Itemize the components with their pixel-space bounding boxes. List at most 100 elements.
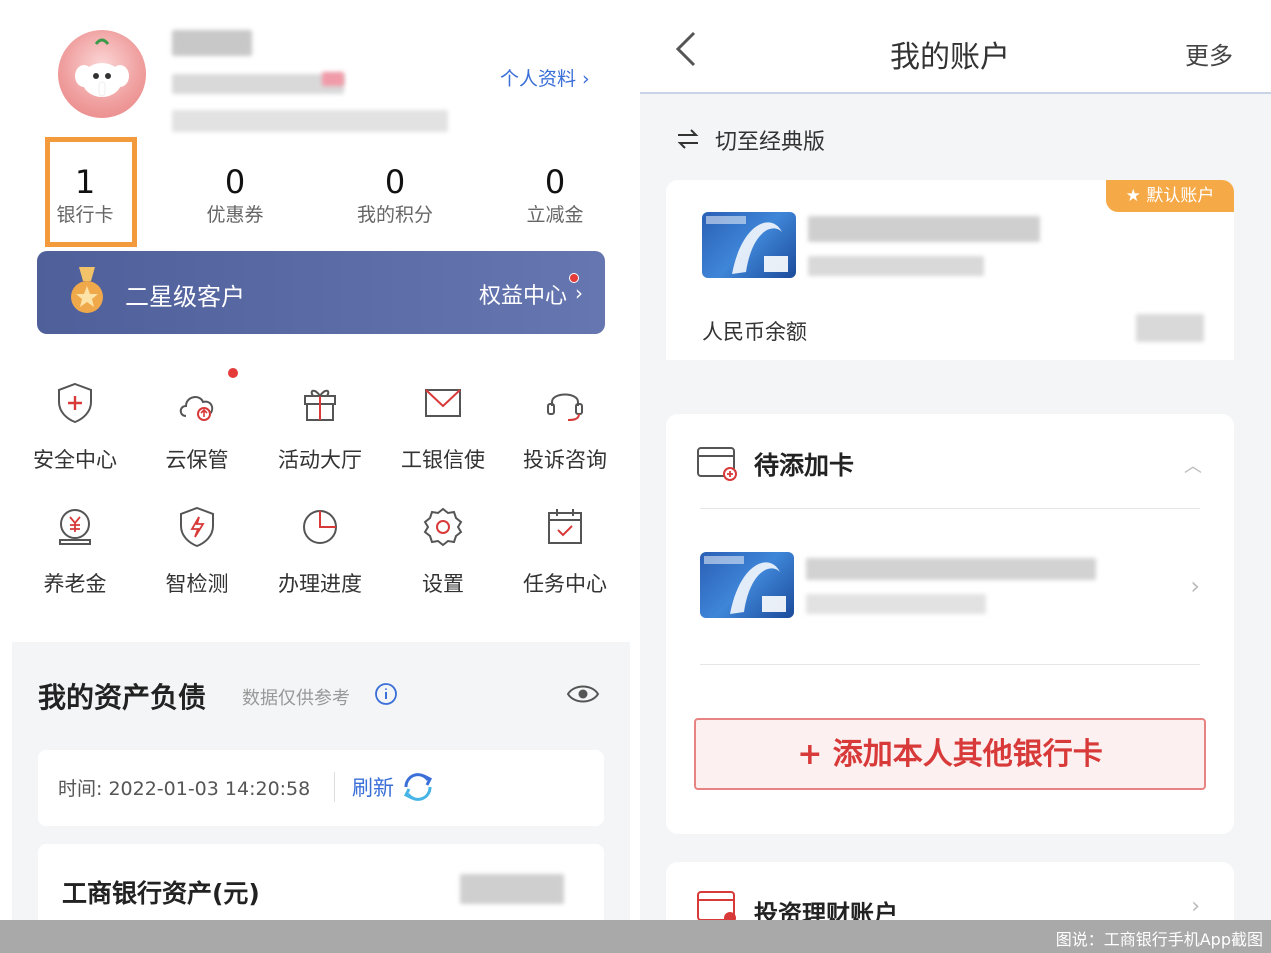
assets-liabilities-section: 我的资产负债 数据仅供参考 时间: 2022-01-03 14:20:58 刷新… — [12, 642, 630, 920]
update-time: 时间: 2022-01-03 14:20:58 — [58, 778, 311, 800]
grid-smart-detect[interactable]: 智检测 — [142, 504, 252, 598]
grid-label: 设置 — [422, 572, 464, 596]
bank-card-image — [700, 552, 794, 618]
grid-label: 云保管 — [165, 448, 229, 472]
bank-card-image — [702, 212, 796, 278]
grid-label: 任务中心 — [523, 572, 607, 596]
pension-icon — [59, 509, 91, 545]
grid-label: 活动大厅 — [278, 448, 362, 472]
default-account-card[interactable]: ★ 默认账户 人民币余额 — [666, 180, 1234, 360]
default-account-badge: ★ 默认账户 — [1106, 180, 1234, 212]
grid-icbc-messenger[interactable]: 工银信使 — [388, 380, 498, 474]
swap-icon — [677, 129, 699, 149]
icbc-card-icon — [704, 556, 786, 614]
chevron-right-icon: › — [575, 281, 583, 305]
stat-label: 我的积分 — [356, 204, 433, 226]
masked-account-tag — [322, 72, 344, 86]
elephant-avatar-icon — [75, 38, 129, 97]
investment-account-row[interactable]: 投资理财账户 › — [666, 862, 1234, 920]
switch-label: 切至经典版 — [715, 130, 826, 155]
masked-account-detail — [172, 110, 448, 132]
image-caption: 图说：工商银行手机App截图 — [1055, 930, 1263, 949]
assets-title: 我的资产负债 — [38, 681, 207, 714]
grid-complaint[interactable]: 投诉咨询 — [510, 380, 620, 474]
grid-settings[interactable]: 设置 — [388, 504, 498, 598]
masked-pending-card-type — [806, 594, 986, 614]
grid-progress[interactable]: 办理进度 — [265, 504, 375, 598]
switch-classic-version[interactable]: 切至经典版 — [676, 124, 825, 156]
masked-card-number — [808, 216, 1040, 242]
mail-icon — [425, 389, 461, 417]
grid-pension[interactable]: 养老金 — [20, 504, 130, 598]
info-icon[interactable] — [374, 682, 398, 706]
profile-pane: 个人资料 › 1 银行卡 0 优惠券 0 我的积分 0 立减金 二星级客户 权益… — [0, 0, 640, 920]
image-caption-bar: 图说：工商银行手机App截图 — [0, 920, 1271, 953]
bank-assets-card[interactable]: 工商银行资产(元) — [38, 844, 604, 920]
divider — [334, 772, 335, 802]
grid-label: 养老金 — [43, 572, 107, 596]
refresh-button[interactable]: 刷新 — [352, 772, 394, 802]
grid-task-center[interactable]: 任务中心 — [510, 504, 620, 598]
wallet-icon — [697, 891, 736, 920]
grid-label: 办理进度 — [278, 572, 362, 596]
stat-bank-cards[interactable]: 1 银行卡 — [30, 162, 140, 228]
stat-value: 0 — [224, 163, 246, 201]
grid-label: 智检测 — [165, 572, 229, 596]
more-button[interactable]: 更多 — [1185, 36, 1233, 71]
bank-assets-label: 工商银行资产(元) — [62, 879, 260, 908]
medal-icon — [71, 267, 103, 313]
investment-account-title: 投资理财账户 — [754, 900, 898, 920]
notification-dot — [228, 368, 238, 378]
masked-balance — [1136, 314, 1204, 342]
eye-icon[interactable] — [566, 682, 600, 706]
stat-coupons[interactable]: 0 优惠券 — [180, 162, 290, 228]
grid-cloud-storage[interactable]: 云保管 — [142, 380, 252, 474]
pie-progress-icon — [303, 510, 337, 544]
customer-tier-banner[interactable]: 二星级客户 权益中心 › — [37, 251, 605, 334]
my-account-pane: 我的账户 更多 切至经典版 ★ 默认账户 人民币余额 待添加卡 ︿ › + 添加… — [640, 0, 1271, 920]
masked-username — [172, 30, 252, 56]
stat-value: 0 — [384, 163, 406, 201]
masked-assets-amount — [460, 874, 564, 904]
stat-cash-discount[interactable]: 0 立减金 — [500, 162, 610, 228]
gear-icon — [423, 507, 463, 547]
gift-icon — [304, 389, 336, 421]
divider — [700, 508, 1200, 509]
pending-title: 待添加卡 — [754, 451, 855, 480]
grid-label: 投诉咨询 — [523, 448, 607, 472]
masked-account-info — [172, 74, 344, 94]
card-add-icon — [697, 447, 737, 481]
headset-icon — [547, 393, 583, 421]
chevron-right-icon: › — [1191, 894, 1200, 919]
masked-pending-card-number — [806, 558, 1096, 580]
rmb-balance-label: 人民币余额 — [702, 320, 807, 344]
grid-security-center[interactable]: 安全中心 — [20, 380, 130, 474]
shield-bolt-icon — [180, 506, 214, 548]
calendar-check-icon — [548, 509, 582, 544]
nav-bar: 我的账户 更多 — [640, 0, 1271, 94]
grid-label: 工银信使 — [401, 448, 485, 472]
icbc-card-icon — [706, 216, 788, 274]
stat-value: 0 — [544, 163, 566, 201]
cloud-icon — [179, 396, 214, 421]
profile-link[interactable]: 个人资料 › — [500, 64, 590, 91]
chevron-right-icon[interactable]: › — [1190, 572, 1200, 600]
refresh-icon[interactable] — [400, 770, 436, 804]
stat-points[interactable]: 0 我的积分 — [340, 162, 450, 228]
divider — [700, 664, 1200, 665]
stat-label: 优惠券 — [206, 204, 264, 226]
grid-activity-hall[interactable]: 活动大厅 — [265, 380, 375, 474]
avatar[interactable] — [58, 30, 146, 118]
add-other-card-button[interactable]: + 添加本人其他银行卡 — [694, 718, 1206, 790]
rights-center-link[interactable]: 权益中心 — [479, 278, 567, 310]
masked-card-type — [808, 256, 984, 276]
stat-label: 银行卡 — [56, 204, 114, 226]
chevron-up-icon[interactable]: ︿ — [1184, 452, 1202, 478]
tier-name: 二星级客户 — [125, 283, 245, 311]
assets-note: 数据仅供参考 — [242, 688, 350, 709]
stat-label: 立减金 — [526, 204, 584, 226]
shield-plus-icon — [58, 382, 92, 424]
grid-label: 安全中心 — [33, 448, 117, 472]
update-time-card: 时间: 2022-01-03 14:20:58 刷新 — [38, 750, 604, 826]
page-title: 我的账户 — [890, 40, 1010, 75]
